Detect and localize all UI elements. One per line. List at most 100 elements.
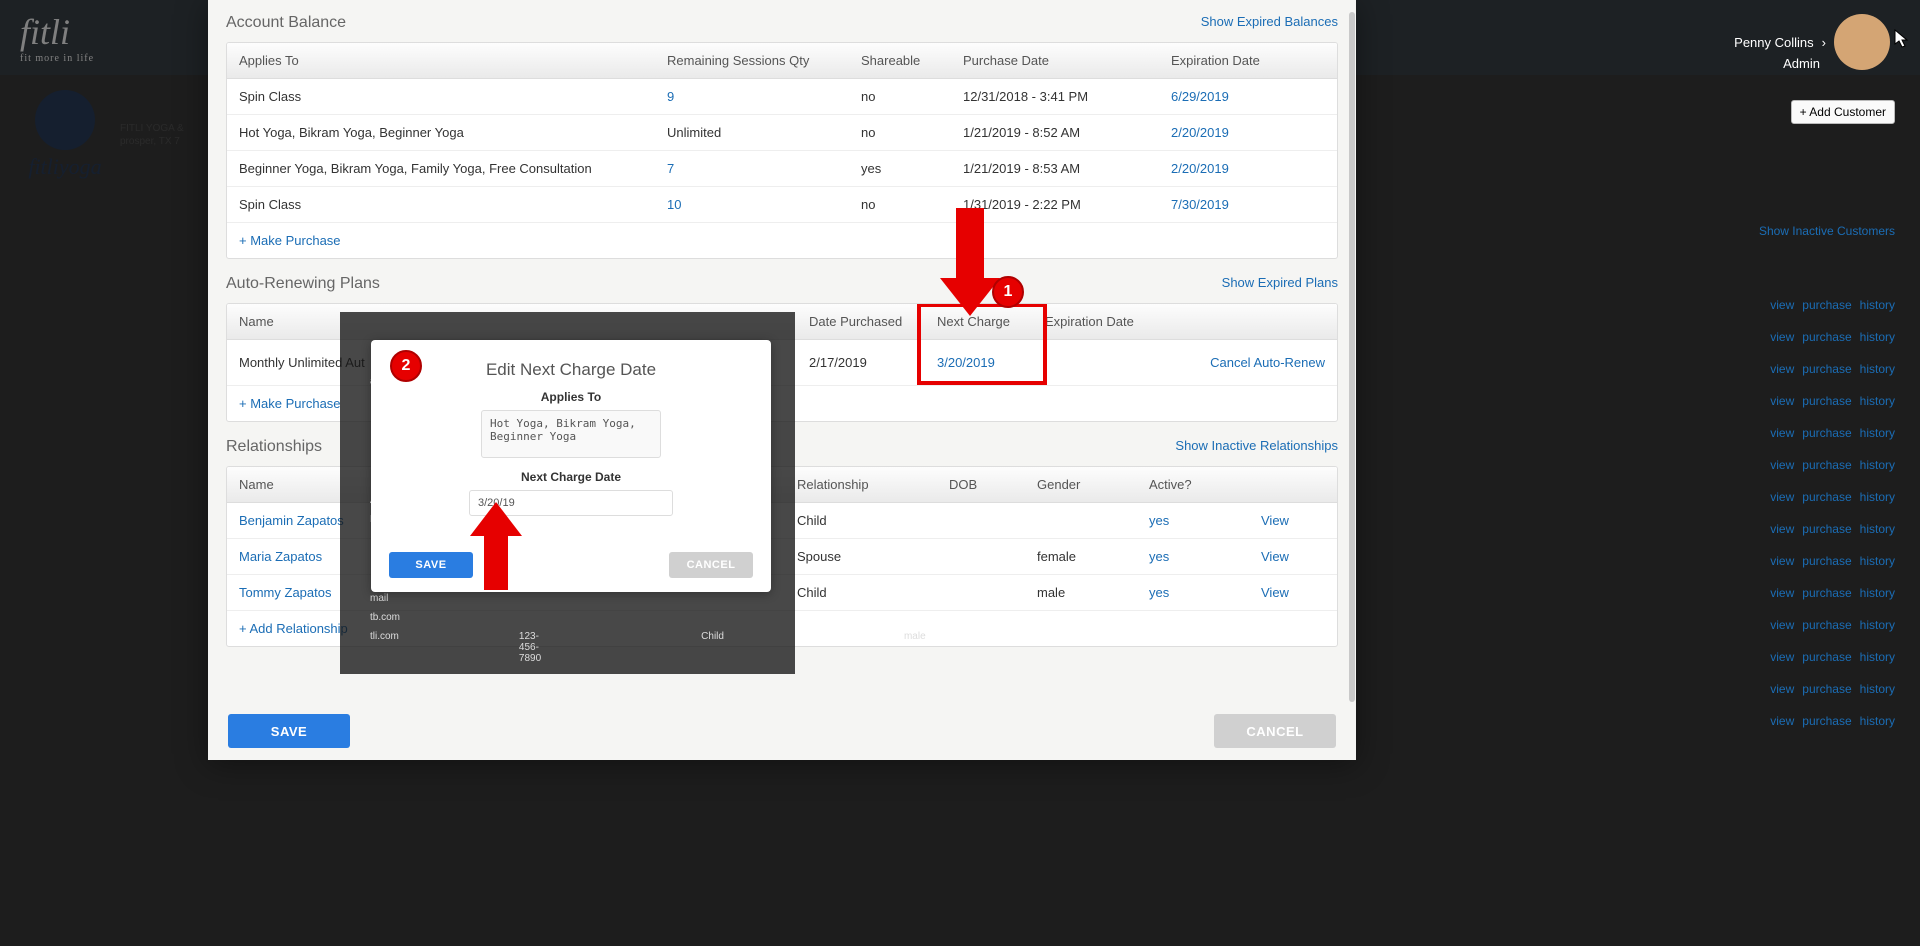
cell-remaining[interactable]: 9 bbox=[655, 79, 849, 114]
balance-table: Applies To Remaining Sessions Qty Sharea… bbox=[226, 42, 1338, 259]
cell-expires[interactable]: 2/20/2019 bbox=[1159, 115, 1337, 150]
purchase-link[interactable]: purchase bbox=[1802, 330, 1851, 344]
cell-view[interactable]: View bbox=[1249, 503, 1337, 538]
cell-view[interactable]: View bbox=[1249, 539, 1337, 574]
customer-row-actions: view purchase history bbox=[1770, 298, 1895, 312]
col-expiration-date: Expiration Date bbox=[1159, 43, 1337, 78]
cell-view[interactable]: View bbox=[1249, 575, 1337, 610]
popup-cancel-button[interactable]: CANCEL bbox=[669, 552, 753, 578]
purchase-link[interactable]: purchase bbox=[1802, 682, 1851, 696]
history-link[interactable]: history bbox=[1860, 682, 1895, 696]
customer-row-actions: view purchase history bbox=[1770, 426, 1895, 440]
popup-save-button[interactable]: SAVE bbox=[389, 552, 473, 578]
cell-active[interactable]: yes bbox=[1137, 539, 1249, 574]
purchase-link[interactable]: purchase bbox=[1802, 650, 1851, 664]
purchase-link[interactable]: purchase bbox=[1802, 394, 1851, 408]
make-purchase-link[interactable]: + Make Purchase bbox=[239, 233, 341, 248]
purchase-link[interactable]: purchase bbox=[1802, 458, 1851, 472]
customer-row-actions: view purchase history bbox=[1770, 522, 1895, 536]
history-link[interactable]: history bbox=[1860, 426, 1895, 440]
cancel-auto-renew-link[interactable]: Cancel Auto-Renew bbox=[1183, 345, 1337, 380]
view-link[interactable]: view bbox=[1770, 682, 1794, 696]
purchase-link[interactable]: purchase bbox=[1802, 490, 1851, 504]
purchase-link[interactable]: purchase bbox=[1802, 298, 1851, 312]
customer-row-actions: view purchase history bbox=[1770, 394, 1895, 408]
cell-shareable: yes bbox=[849, 151, 951, 186]
scrollbar-thumb[interactable] bbox=[1349, 12, 1355, 702]
cell-dob bbox=[937, 511, 1025, 531]
show-inactive-relationships-link[interactable]: Show Inactive Relationships bbox=[1175, 438, 1338, 453]
history-link[interactable]: history bbox=[1860, 458, 1895, 472]
cancel-button[interactable]: CANCEL bbox=[1214, 714, 1336, 748]
cell-expires[interactable]: 2/20/2019 bbox=[1159, 151, 1337, 186]
history-link[interactable]: history bbox=[1860, 522, 1895, 536]
cell-dob bbox=[937, 583, 1025, 603]
add-customer-button[interactable]: + Add Customer bbox=[1791, 100, 1895, 124]
history-link[interactable]: history bbox=[1860, 714, 1895, 728]
purchase-link[interactable]: purchase bbox=[1802, 522, 1851, 536]
view-link[interactable]: view bbox=[1770, 298, 1794, 312]
show-inactive-customers-link[interactable]: Show Inactive Customers bbox=[1759, 224, 1895, 238]
history-link[interactable]: history bbox=[1860, 554, 1895, 568]
history-link[interactable]: history bbox=[1860, 330, 1895, 344]
balance-row: Hot Yoga, Bikram Yoga, Beginner Yoga Unl… bbox=[227, 115, 1337, 151]
save-button[interactable]: SAVE bbox=[228, 714, 350, 748]
cell-expires[interactable]: 7/30/2019 bbox=[1159, 187, 1337, 222]
customer-row-actions: view purchase history bbox=[1770, 330, 1895, 344]
chevron-down-icon: › bbox=[1822, 35, 1826, 50]
col-date-purchased: Date Purchased bbox=[797, 304, 925, 339]
cell-active[interactable]: yes bbox=[1137, 575, 1249, 610]
view-link[interactable]: view bbox=[1770, 618, 1794, 632]
purchase-link[interactable]: purchase bbox=[1802, 714, 1851, 728]
cell-remaining[interactable]: 10 bbox=[655, 187, 849, 222]
cell-rel-type: Spouse bbox=[785, 539, 937, 574]
view-link[interactable]: view bbox=[1770, 522, 1794, 536]
customer-row-actions: view purchase history bbox=[1770, 586, 1895, 600]
history-link[interactable]: history bbox=[1860, 586, 1895, 600]
purchase-link[interactable]: purchase bbox=[1802, 362, 1851, 376]
history-link[interactable]: history bbox=[1860, 362, 1895, 376]
view-link[interactable]: view bbox=[1770, 362, 1794, 376]
purchase-link[interactable]: purchase bbox=[1802, 618, 1851, 632]
cell-expires[interactable]: 6/29/2019 bbox=[1159, 79, 1337, 114]
customer-row-actions: view purchase history bbox=[1770, 362, 1895, 376]
show-expired-balances-link[interactable]: Show Expired Balances bbox=[1201, 14, 1338, 29]
view-link[interactable]: view bbox=[1770, 490, 1794, 504]
purchase-link[interactable]: purchase bbox=[1802, 586, 1851, 600]
view-link[interactable]: view bbox=[1770, 458, 1794, 472]
col-applies-to: Applies To bbox=[227, 43, 655, 78]
cell-remaining[interactable]: 7 bbox=[655, 151, 849, 186]
balance-row: Spin Class 9 no 12/31/2018 - 3:41 PM 6/2… bbox=[227, 79, 1337, 115]
purchase-link[interactable]: purchase bbox=[1802, 426, 1851, 440]
avatar[interactable] bbox=[1834, 14, 1890, 70]
history-link[interactable]: history bbox=[1860, 490, 1895, 504]
view-link[interactable]: view bbox=[1770, 650, 1794, 664]
view-link[interactable]: view bbox=[1770, 714, 1794, 728]
view-link[interactable]: view bbox=[1770, 394, 1794, 408]
make-purchase-link[interactable]: + Make Purchase bbox=[239, 396, 341, 411]
cell-active[interactable]: yes bbox=[1137, 503, 1249, 538]
history-link[interactable]: history bbox=[1860, 298, 1895, 312]
col-gender: Gender bbox=[1025, 467, 1137, 502]
view-link[interactable]: view bbox=[1770, 554, 1794, 568]
show-expired-plans-link[interactable]: Show Expired Plans bbox=[1222, 275, 1338, 290]
cursor-icon bbox=[1894, 29, 1910, 54]
customer-row-actions: view purchase history bbox=[1770, 458, 1895, 472]
add-relationship-link[interactable]: + Add Relationship bbox=[239, 621, 348, 636]
customer-row-actions: view purchase history bbox=[1770, 490, 1895, 504]
view-link[interactable]: view bbox=[1770, 330, 1794, 344]
view-link[interactable]: view bbox=[1770, 426, 1794, 440]
history-link[interactable]: history bbox=[1860, 650, 1895, 664]
cell-applies: Spin Class bbox=[227, 79, 655, 114]
history-link[interactable]: history bbox=[1860, 394, 1895, 408]
autorenew-title-text: Auto-Renewing Plans bbox=[226, 275, 380, 292]
cell-applies: Spin Class bbox=[227, 187, 655, 222]
faded-text: Child bbox=[701, 631, 724, 664]
history-link[interactable]: history bbox=[1860, 618, 1895, 632]
purchase-link[interactable]: purchase bbox=[1802, 554, 1851, 568]
popup-applies-label: Applies To bbox=[389, 390, 753, 404]
faded-text: male bbox=[904, 631, 926, 664]
col-dob: DOB bbox=[937, 467, 1025, 502]
view-link[interactable]: view bbox=[1770, 586, 1794, 600]
popup-applies-field[interactable] bbox=[481, 410, 661, 458]
